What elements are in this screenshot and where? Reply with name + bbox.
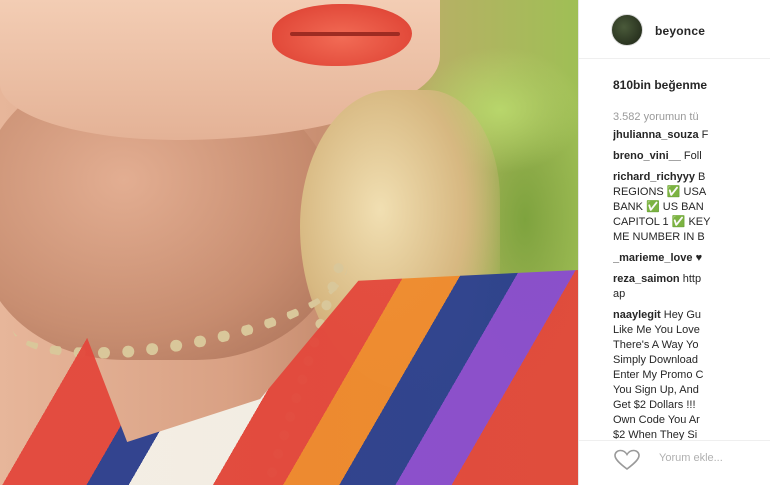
comment-line: jhulianna_souza F xyxy=(613,128,770,143)
post-header: beyonce xyxy=(579,0,770,59)
comment-text: http xyxy=(682,273,702,285)
comment-text: ME NUMBER IN B xyxy=(613,231,705,243)
load-more-comments-link[interactable]: 3.582 yorumun tü xyxy=(613,111,699,123)
heart-outline-icon[interactable] xyxy=(613,449,641,471)
likes-count[interactable]: 810bin beğenme xyxy=(613,78,707,92)
comment-text: ♥ xyxy=(695,252,703,264)
comment-text: Like Me You Love xyxy=(613,324,700,336)
post-footer: Yorum ekle... xyxy=(579,440,770,485)
comment-item: breno_vini__ Foll xyxy=(613,149,770,164)
comment-text: Get $2 Dollars !!! xyxy=(613,399,696,411)
comment-username[interactable]: reza_saimon xyxy=(613,273,680,285)
comment-line: You Sign Up, And xyxy=(613,383,770,398)
comment-line: naaylegit Hey Gu xyxy=(613,308,770,323)
comment-line: BANK ✅ US BAN xyxy=(613,200,770,215)
comment-line: _marieme_love ♥ xyxy=(613,251,770,266)
add-comment-input[interactable]: Yorum ekle... xyxy=(659,452,723,464)
comment-line: Enter My Promo C xyxy=(613,368,770,383)
post-photo xyxy=(0,0,578,485)
comment-line: CAPITOL 1 ✅ KEY xyxy=(613,215,770,230)
comment-text: F xyxy=(701,129,709,141)
comments-list: jhulianna_souza Fbreno_vini__ Foll richar… xyxy=(613,128,770,449)
comment-line: Own Code You Ar xyxy=(613,413,770,428)
comment-text: B xyxy=(698,171,706,183)
comment-text: CAPITOL 1 ✅ KEY xyxy=(613,216,711,228)
post-username[interactable]: beyonce xyxy=(655,24,705,38)
comment-item: richard_richyyy B REGIONS ✅ USA BANK ✅ US … xyxy=(613,170,770,245)
comment-line: Simply Download xyxy=(613,353,770,368)
comment-line: There's A Way Yo xyxy=(613,338,770,353)
comment-text: Hey Gu xyxy=(663,309,702,321)
comment-username[interactable]: jhulianna_souza xyxy=(613,129,699,141)
comment-text: Enter My Promo C xyxy=(613,369,704,381)
comment-line: REGIONS ✅ USA xyxy=(613,185,770,200)
post-side-panel: beyonce 810bin beğenme 3.582 yorumun tü … xyxy=(578,0,770,485)
comment-username[interactable]: richard_richyyy xyxy=(613,171,695,183)
comment-line: ME NUMBER IN B xyxy=(613,230,770,245)
profile-avatar[interactable] xyxy=(611,14,643,46)
comment-text: There's A Way Yo xyxy=(613,339,699,351)
comment-item: _marieme_love ♥ xyxy=(613,251,770,266)
comment-item: naaylegit Hey Gu Like Me You Love There's … xyxy=(613,308,770,443)
comment-username[interactable]: breno_vini__ xyxy=(613,150,681,162)
comment-line: ap xyxy=(613,287,770,302)
comment-item: reza_saimon http ap xyxy=(613,272,770,302)
comment-text: Own Code You Ar xyxy=(613,414,700,426)
comment-username[interactable]: _marieme_love xyxy=(613,252,693,264)
comment-line: Get $2 Dollars !!! xyxy=(613,398,770,413)
comment-line: richard_richyyy B xyxy=(613,170,770,185)
comment-line: reza_saimon http xyxy=(613,272,770,287)
comment-item: jhulianna_souza F xyxy=(613,128,770,143)
comment-text: Simply Download xyxy=(613,354,698,366)
comment-username[interactable]: naaylegit xyxy=(613,309,661,321)
comment-text: BANK ✅ US BAN xyxy=(613,201,704,213)
comment-text: You Sign Up, And xyxy=(613,384,699,396)
comment-text: Foll xyxy=(683,150,702,162)
comment-line: breno_vini__ Foll xyxy=(613,149,770,164)
comment-text: REGIONS ✅ USA xyxy=(613,186,707,198)
comment-text: ap xyxy=(613,288,626,300)
comment-line: Like Me You Love xyxy=(613,323,770,338)
